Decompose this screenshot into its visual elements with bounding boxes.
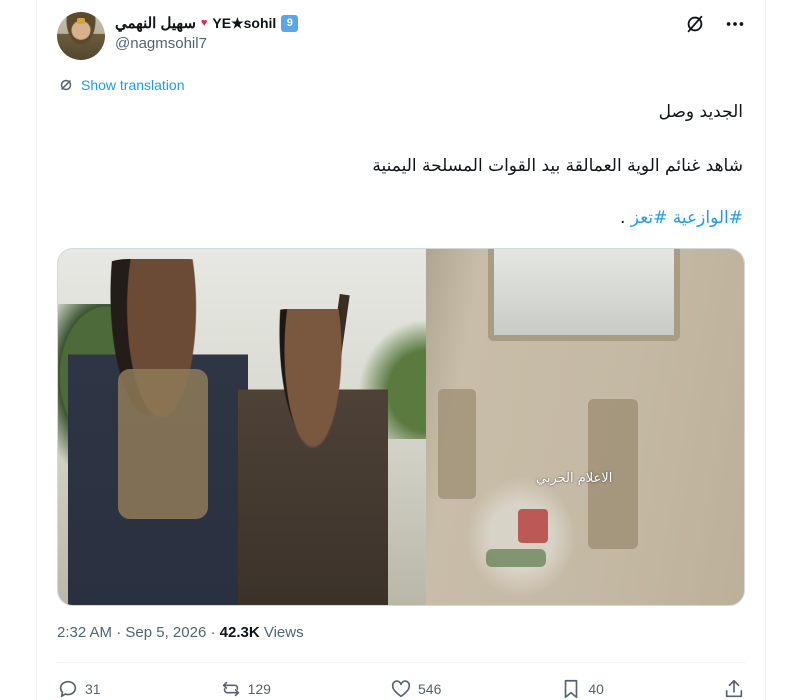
top-actions: [683, 12, 747, 36]
tweet-card: سهيل النهمي ♥ YE★sohil 9 @nagmsohil7 Sho…: [36, 0, 766, 700]
tweet-meta: 2:32 AM · Sep 5, 2026 · 42.3K Views: [57, 624, 304, 641]
display-name[interactable]: سهيل النهمي: [115, 14, 196, 32]
bookmark-button[interactable]: 40: [560, 678, 604, 700]
reply-count: 31: [85, 681, 101, 697]
translate-icon: [57, 76, 75, 94]
hashtag-link[interactable]: #تعز: [631, 208, 668, 228]
meta-separator: ·: [206, 624, 220, 641]
share-button[interactable]: [723, 678, 745, 700]
display-handle[interactable]: YE★sohil: [212, 15, 276, 32]
show-translation-link[interactable]: Show translation: [57, 76, 185, 94]
reply-icon: [57, 678, 79, 700]
action-bar: 31 129 546 40: [57, 678, 745, 700]
bookmark-icon: [560, 678, 582, 700]
avatar[interactable]: [57, 12, 105, 60]
media-emblem-mark: [518, 509, 548, 543]
divider: [57, 662, 745, 663]
bookmark-count: 40: [588, 681, 604, 697]
meta-separator: ·: [112, 624, 126, 641]
tweet-text-line2: شاهد غنائم الوية العمالقة بيد القوات الم…: [372, 156, 743, 176]
tweet-text-line3: #الوازعية #تعز .: [620, 208, 743, 228]
tweet-text-line1: الجديد وصل: [658, 102, 743, 122]
grok-icon[interactable]: [683, 12, 707, 36]
show-translation-label: Show translation: [81, 77, 185, 93]
media-person: [238, 309, 388, 605]
avatar-badge: [77, 18, 85, 24]
tweet-date[interactable]: Sep 5, 2026: [125, 624, 206, 641]
media-vehicle-window: [488, 249, 680, 341]
like-icon: [390, 678, 412, 700]
more-icon[interactable]: [723, 12, 747, 36]
share-icon: [723, 678, 745, 700]
repost-icon: [220, 678, 242, 700]
like-button[interactable]: 546: [390, 678, 441, 700]
views-count: 42.3K: [219, 624, 260, 641]
username[interactable]: @nagmsohil7: [115, 35, 298, 52]
verified-badge: 9: [281, 14, 299, 32]
repost-button[interactable]: 129: [220, 678, 271, 700]
media-watermark: الاعلام الحربي: [536, 471, 613, 486]
tweet-media-video[interactable]: الاعلام الحربي: [57, 248, 745, 606]
hashtag-link[interactable]: #الوازعية: [673, 208, 743, 228]
author-info: سهيل النهمي ♥ YE★sohil 9 @nagmsohil7: [115, 13, 299, 52]
tweet-text-punctuation: .: [619, 208, 626, 228]
name-row: سهيل النهمي ♥ YE★sohil 9: [115, 13, 299, 33]
media-vest: [118, 369, 208, 519]
heart-emoji: ♥: [200, 17, 208, 29]
tweet-time[interactable]: 2:32 AM: [57, 624, 112, 641]
views-label: Views: [259, 624, 304, 641]
like-count: 546: [418, 681, 442, 697]
reply-button[interactable]: 31: [57, 678, 101, 700]
repost-count: 129: [247, 681, 271, 697]
media-emblem-mark: [486, 549, 546, 567]
